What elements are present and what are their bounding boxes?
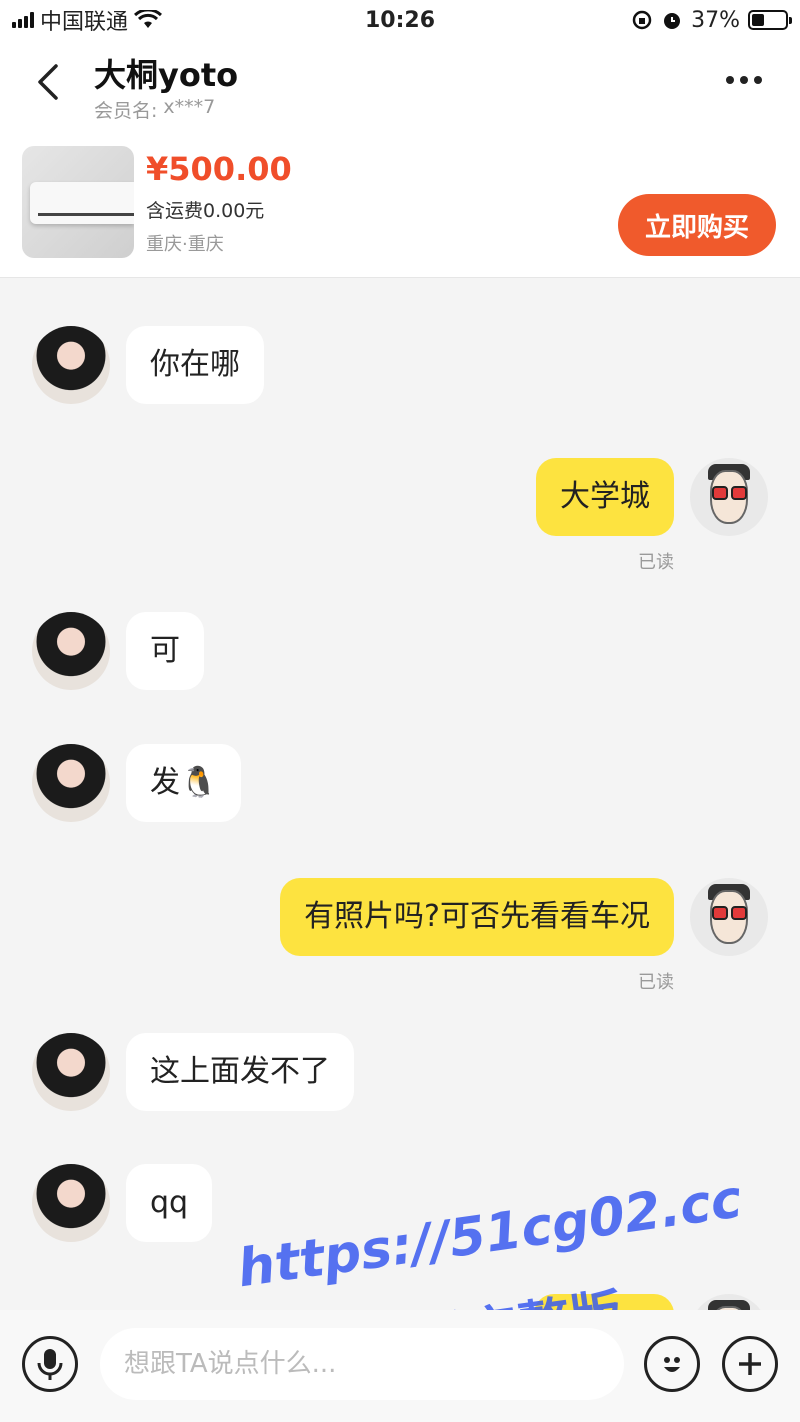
input-bar [0, 1310, 800, 1422]
message-bubble[interactable]: 你在哪 [126, 326, 264, 404]
chevron-left-icon [38, 64, 58, 100]
chat-header: 大桐yoto 会员名: x***7 [0, 40, 800, 130]
message-input[interactable] [100, 1328, 624, 1400]
member-value: x***7 [163, 96, 216, 118]
battery-percent: 37% [691, 7, 740, 33]
message-incoming: 发🐧 [32, 744, 242, 822]
more-button[interactable] [726, 68, 772, 92]
message-incoming: 这上面发不了 [32, 1033, 354, 1111]
my-avatar[interactable] [690, 878, 768, 956]
add-button[interactable] [722, 1336, 778, 1392]
contact-avatar[interactable] [32, 1164, 110, 1242]
rotation-lock-icon [632, 10, 652, 30]
read-status: 已读 [638, 552, 674, 573]
message-bubble[interactable]: 发🐧 [126, 744, 242, 822]
alarm-icon [664, 13, 681, 29]
message-bubble[interactable]: 这上面发不了 [126, 1033, 354, 1111]
emoji-button[interactable] [644, 1336, 700, 1392]
more-dot-icon [726, 76, 734, 84]
wifi-icon [134, 10, 163, 28]
smiley-icon [664, 1357, 680, 1372]
back-button[interactable] [28, 60, 68, 104]
product-card[interactable]: ¥500.00 含运费0.00元 重庆·重庆 立即购买 [0, 130, 800, 278]
microphone-icon [37, 1349, 63, 1380]
my-avatar[interactable] [690, 1294, 768, 1310]
plus-icon [739, 1353, 761, 1375]
carrier-label: 中国联通 [40, 10, 129, 35]
more-dot-icon [740, 76, 748, 84]
battery-icon [748, 10, 792, 30]
read-status: 已读 [638, 972, 674, 993]
status-left: 中国联通 [12, 4, 163, 36]
status-right: 37% [631, 7, 792, 33]
status-bar: 中国联通 10:26 37% [0, 0, 800, 40]
contact-avatar[interactable] [32, 326, 110, 404]
signal-icon [12, 12, 34, 28]
message-bubble[interactable]: 有照片吗?可否先看看车况 [280, 878, 674, 956]
contact-avatar[interactable] [32, 1033, 110, 1111]
product-location: 重庆·重庆 [146, 234, 224, 255]
message-incoming: 你在哪 [32, 326, 264, 404]
message-outgoing: 有照片吗?可否先看看车况 [280, 878, 768, 956]
product-price: ¥500.00 [146, 150, 292, 188]
contact-avatar[interactable] [32, 612, 110, 690]
my-avatar[interactable] [690, 458, 768, 536]
message-bubble[interactable]: 大学城 [536, 458, 674, 536]
message-bubble[interactable]: 可 [126, 612, 204, 690]
message-list[interactable]: 你在哪 大学城 已读 可 发🐧 有照片吗?可否先看看车况 已读 这上面发不了 q… [0, 278, 800, 1310]
message-incoming: 可 [32, 612, 204, 690]
voice-button[interactable] [22, 1336, 78, 1392]
message-incoming: qq [32, 1164, 213, 1242]
message-outgoing: 大学城 [536, 458, 768, 536]
air-conditioner-picture [30, 182, 134, 224]
member-label: 会员名: [94, 100, 158, 122]
message-bubble[interactable]: qq [126, 1164, 213, 1242]
member-info: 会员名: x***7 [94, 96, 215, 123]
more-dot-icon [754, 76, 762, 84]
contact-name: 大桐yoto [94, 56, 239, 94]
contact-avatar[interactable] [32, 744, 110, 822]
shipping-fee: 含运费0.00元 [146, 200, 265, 222]
buy-now-button[interactable]: 立即购买 [618, 194, 776, 256]
product-image[interactable] [22, 146, 134, 258]
battery-fill [752, 14, 764, 26]
